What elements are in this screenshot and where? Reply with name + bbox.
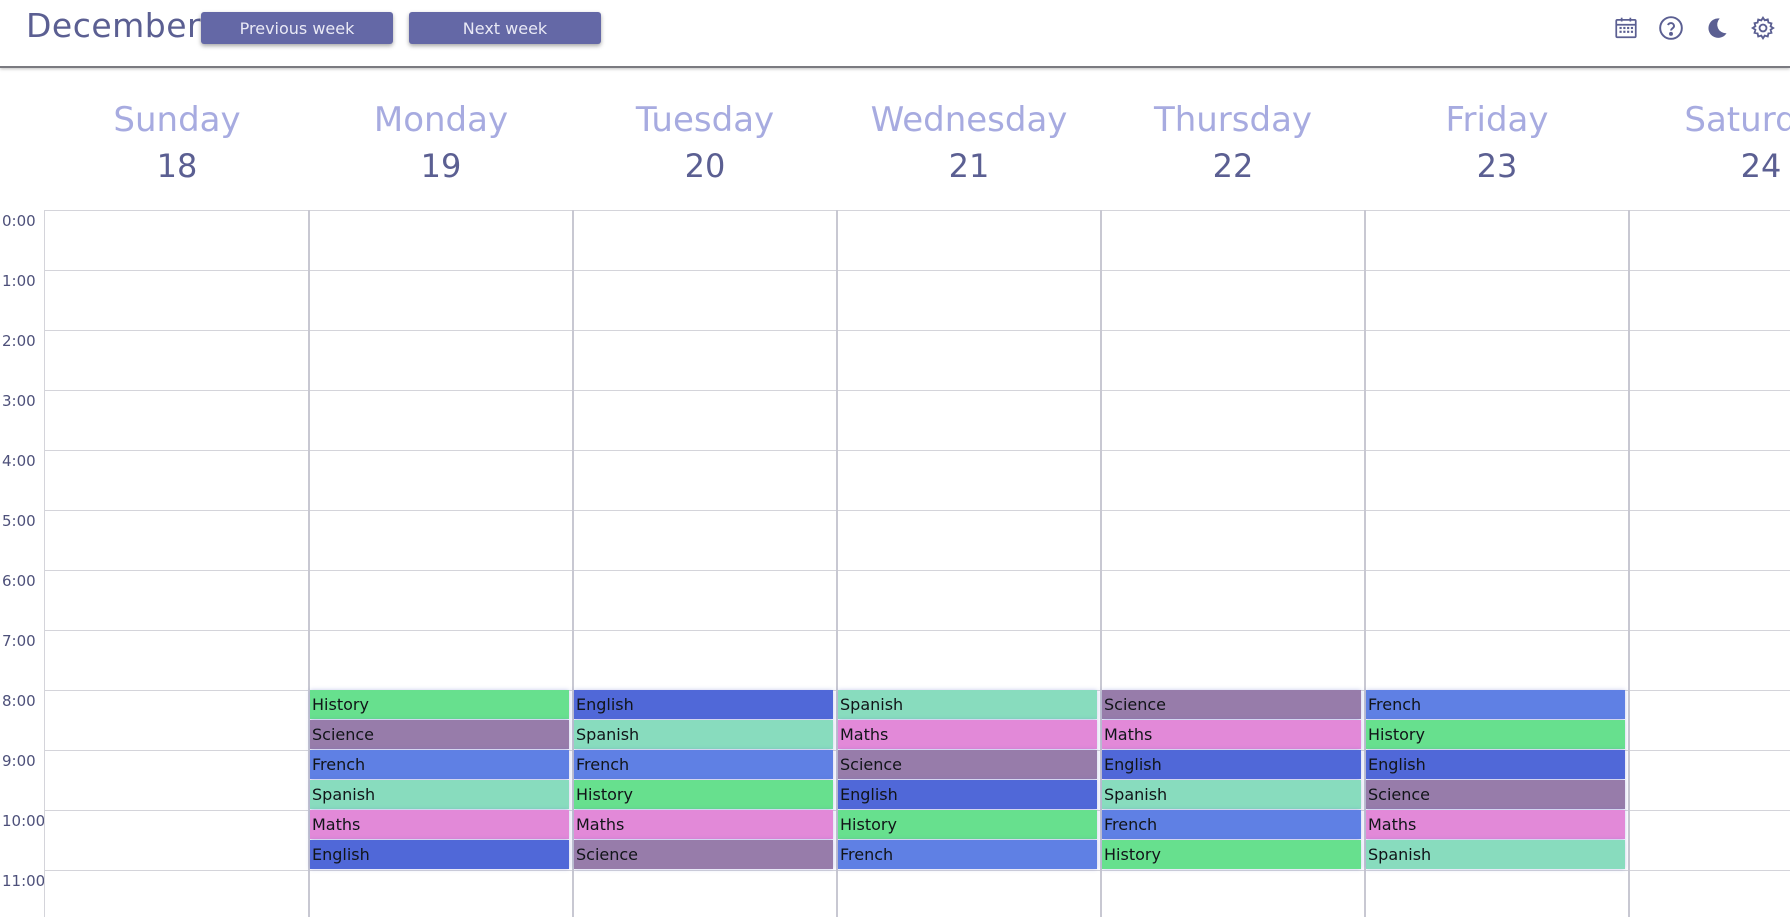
day-header-sunday: Sunday 18 — [45, 98, 309, 188]
day-date: 24 — [1740, 147, 1782, 185]
hour-gridline — [45, 870, 1790, 871]
day-header-saturday: Saturday 24 — [1629, 98, 1790, 188]
lesson-event[interactable]: English — [1366, 750, 1625, 779]
top-bar: December Previous week Next week — [0, 0, 1790, 68]
lesson-event[interactable]: Science — [838, 750, 1097, 779]
day-name: Thursday — [1153, 100, 1313, 140]
lesson-event[interactable]: History — [310, 690, 569, 719]
hour-gridline — [45, 270, 1790, 271]
time-label: 3:00 — [2, 392, 36, 410]
time-label: 5:00 — [2, 512, 36, 530]
day-name: Monday — [373, 100, 509, 140]
lesson-event[interactable]: Maths — [838, 720, 1097, 749]
hour-gridline — [45, 390, 1790, 391]
time-label: 0:00 — [2, 212, 36, 230]
time-label: 2:00 — [2, 332, 36, 350]
lesson-event[interactable]: History — [1366, 720, 1625, 749]
next-week-button[interactable]: Next week — [409, 12, 601, 44]
previous-week-button[interactable]: Previous week — [201, 12, 393, 44]
hour-gridline — [45, 630, 1790, 631]
day-header-thursday: Thursday 22 — [1101, 98, 1365, 188]
month-title: December — [26, 6, 202, 45]
lesson-event[interactable]: Science — [310, 720, 569, 749]
gear-icon[interactable] — [1747, 12, 1779, 44]
lesson-event[interactable]: Maths — [1366, 810, 1625, 839]
lesson-event[interactable]: English — [838, 780, 1097, 809]
lesson-event[interactable]: Maths — [310, 810, 569, 839]
time-label: 10:00 — [2, 812, 46, 830]
day-name: Friday — [1445, 100, 1549, 140]
lesson-event[interactable]: Spanish — [574, 720, 833, 749]
day-date: 20 — [684, 147, 726, 185]
hour-gridline — [45, 330, 1790, 331]
calendar-icon[interactable] — [1610, 12, 1642, 44]
lesson-event[interactable]: French — [574, 750, 833, 779]
lesson-event[interactable]: History — [1102, 840, 1361, 869]
day-header-monday: Monday 19 — [309, 98, 573, 188]
lesson-event[interactable]: Science — [574, 840, 833, 869]
time-label: 9:00 — [2, 752, 36, 770]
lesson-event[interactable]: Maths — [574, 810, 833, 839]
time-label: 6:00 — [2, 572, 36, 590]
day-column-divider — [44, 210, 45, 917]
lesson-event[interactable]: French — [838, 840, 1097, 869]
day-name: Tuesday — [635, 100, 775, 140]
day-column-divider — [1628, 210, 1630, 917]
day-name: Sunday — [113, 100, 241, 140]
lesson-event[interactable]: Science — [1102, 690, 1361, 719]
time-label: 7:00 — [2, 632, 36, 650]
lesson-event[interactable]: Maths — [1102, 720, 1361, 749]
day-header-friday: Friday 23 — [1365, 98, 1629, 188]
day-date: 19 — [420, 147, 462, 185]
moon-icon[interactable] — [1701, 12, 1733, 44]
lesson-event[interactable]: English — [1102, 750, 1361, 779]
lesson-event[interactable]: English — [310, 840, 569, 869]
lesson-event[interactable]: History — [838, 810, 1097, 839]
day-date: 18 — [156, 147, 198, 185]
hour-gridline — [45, 450, 1790, 451]
lesson-event[interactable]: French — [1102, 810, 1361, 839]
day-header-wednesday: Wednesday 21 — [837, 98, 1101, 188]
lesson-event[interactable]: Science — [1366, 780, 1625, 809]
day-header-tuesday: Tuesday 20 — [573, 98, 837, 188]
day-date: 22 — [1212, 147, 1254, 185]
help-icon[interactable] — [1655, 12, 1687, 44]
lesson-event[interactable]: English — [574, 690, 833, 719]
lesson-event[interactable]: Spanish — [838, 690, 1097, 719]
hour-gridline — [45, 210, 1790, 211]
time-label: 4:00 — [2, 452, 36, 470]
time-label: 8:00 — [2, 692, 36, 710]
lesson-event[interactable]: Spanish — [1102, 780, 1361, 809]
day-date: 23 — [1476, 147, 1518, 185]
day-name: Wednesday — [870, 100, 1068, 140]
lesson-event[interactable]: French — [1366, 690, 1625, 719]
lesson-event[interactable]: French — [310, 750, 569, 779]
week-grid: 0:00 1:00 2:00 3:00 4:00 5:00 6:00 7:00 8:00 9:00… — [0, 210, 1790, 917]
hour-gridline — [45, 510, 1790, 511]
hour-gridline — [45, 570, 1790, 571]
day-name: Saturday — [1684, 100, 1790, 140]
time-label: 1:00 — [2, 272, 36, 290]
lesson-event[interactable]: Spanish — [310, 780, 569, 809]
lesson-event[interactable]: Spanish — [1366, 840, 1625, 869]
time-label: 11:00 — [2, 872, 46, 890]
day-date: 21 — [948, 147, 990, 185]
lesson-event[interactable]: History — [574, 780, 833, 809]
